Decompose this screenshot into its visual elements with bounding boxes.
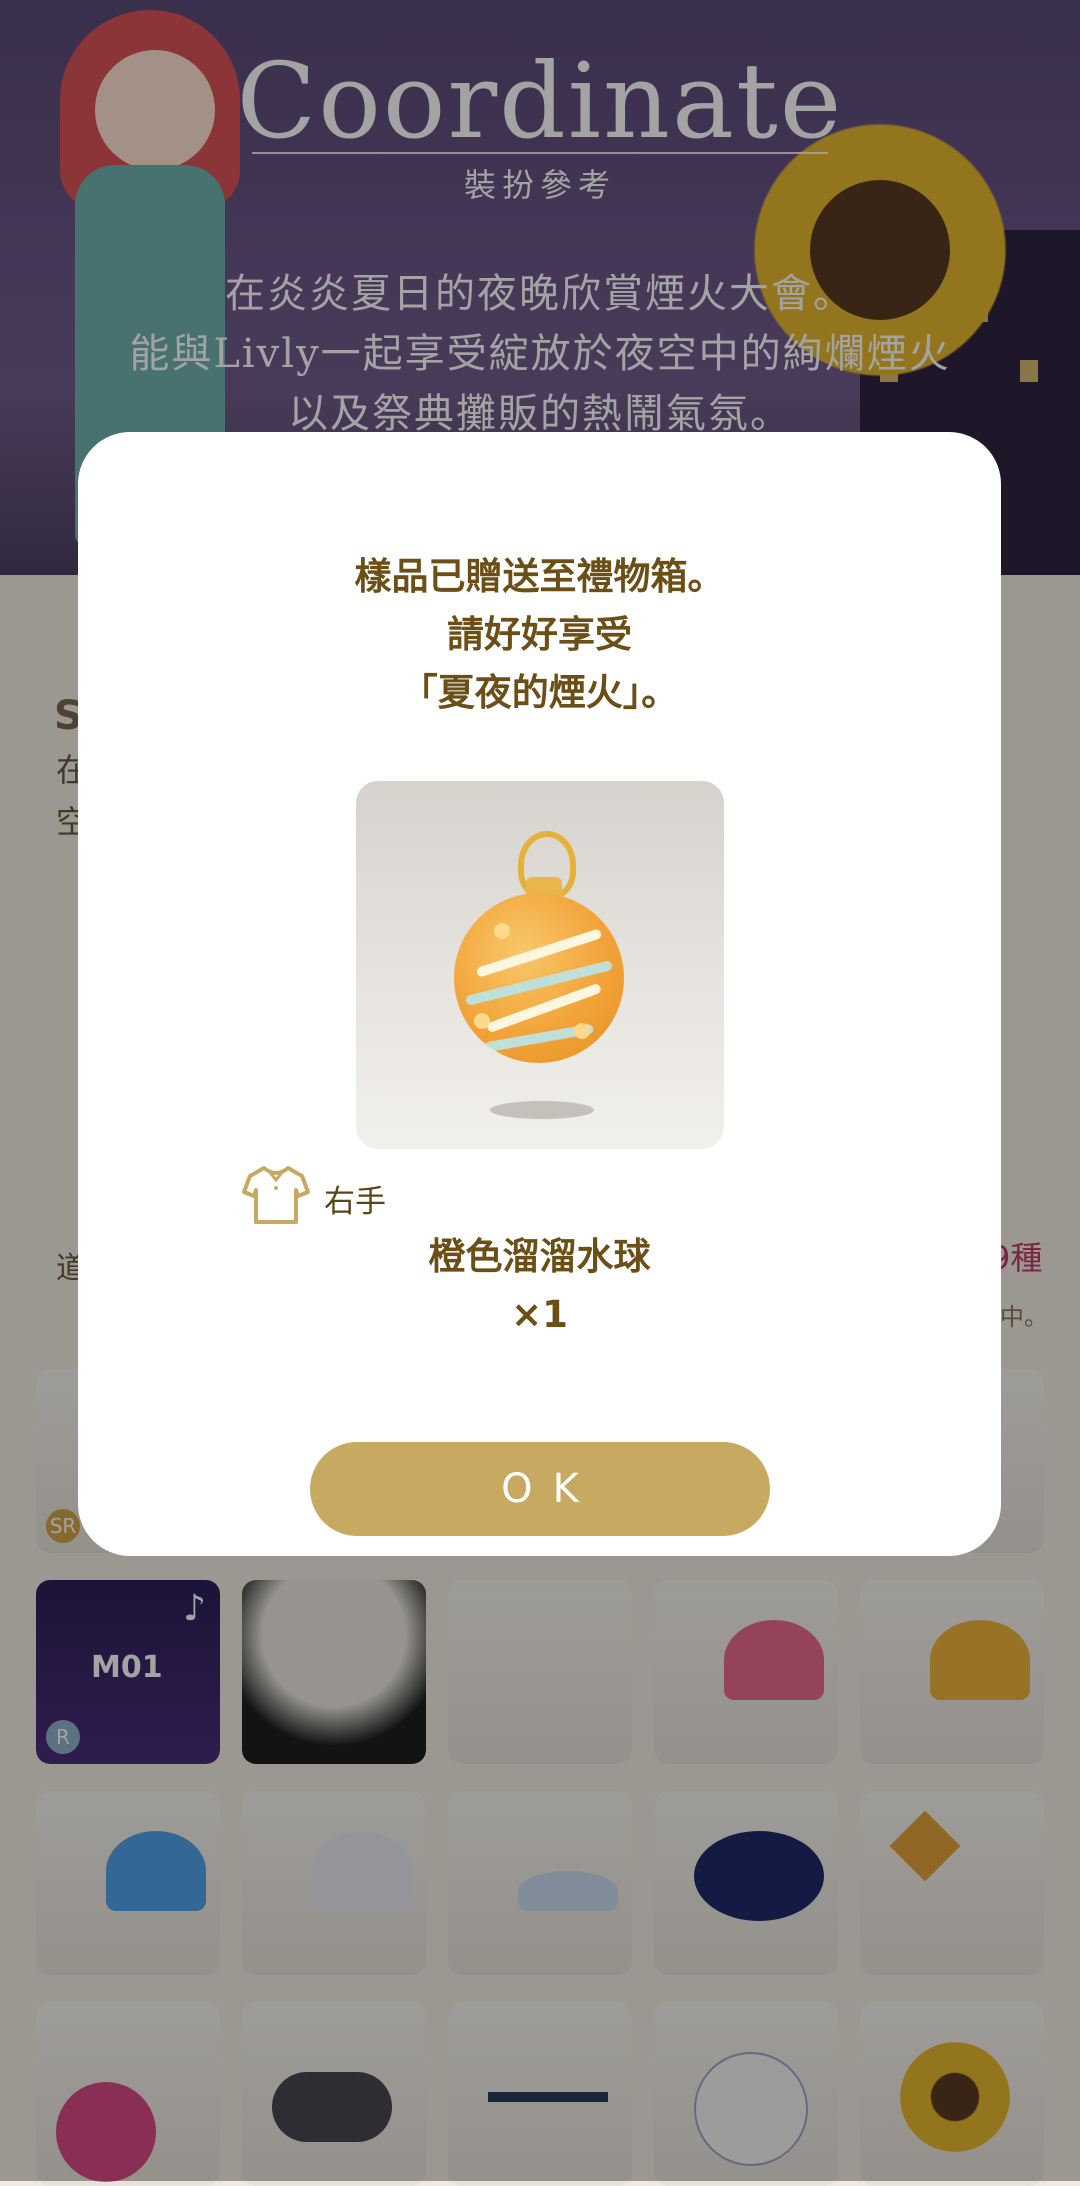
ok-button[interactable]: OK (310, 1442, 770, 1536)
item-name: 橙色溜溜水球 (428, 1235, 651, 1278)
item-info: 橙色溜溜水球 ×1 (78, 1228, 1001, 1344)
water-balloon-icon (454, 893, 624, 1063)
gift-received-dialog: 樣品已贈送至禮物箱。 請好好享受 「夏夜的煙火」。 右手 橙色溜溜水球 ×1 O… (78, 432, 1001, 1556)
shirt-icon (242, 1166, 310, 1224)
item-quantity: ×1 (511, 1293, 568, 1336)
item-preview (356, 781, 724, 1149)
dialog-message: 樣品已贈送至禮物箱。 請好好享受 「夏夜的煙火」。 (354, 555, 725, 714)
category-label: 右手 (324, 1184, 386, 1220)
